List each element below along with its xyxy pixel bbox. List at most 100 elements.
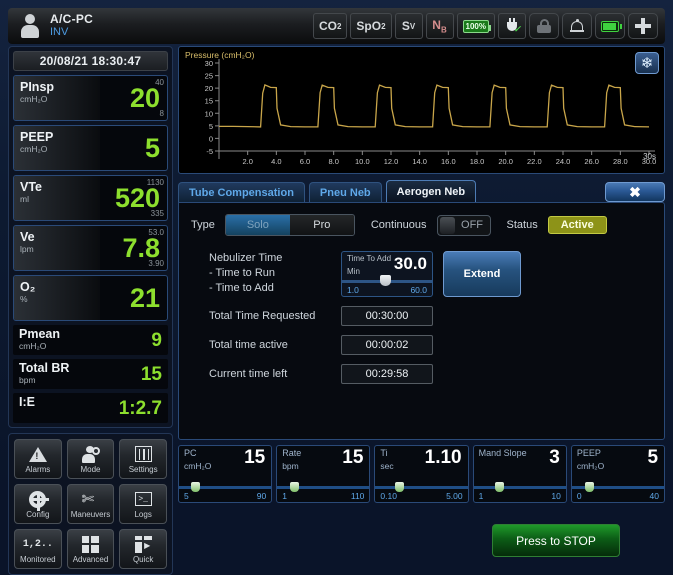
measure-value: 15 bbox=[140, 363, 162, 385]
measure-value: 21 bbox=[129, 282, 160, 313]
param-thumb[interactable] bbox=[584, 482, 594, 492]
tab-tube-compensation[interactable]: Tube Compensation bbox=[178, 182, 305, 202]
ventilator-screen: A/C-PC INV CO 2 SpO 2 SV NB 100% ✓ 20/08… bbox=[0, 0, 673, 575]
param-value: 15 bbox=[244, 447, 266, 468]
param-name: PC bbox=[184, 448, 197, 458]
x-axis-unit-label: 30s bbox=[643, 152, 656, 161]
param-thumb[interactable] bbox=[190, 482, 200, 492]
svg-text:0: 0 bbox=[209, 134, 213, 143]
time-to-add-slider[interactable]: Time To Add Min 30.0 1.0 60.0 bbox=[341, 251, 433, 297]
type-option-pro[interactable]: Pro bbox=[289, 215, 354, 235]
svg-text:22.0: 22.0 bbox=[527, 157, 542, 166]
param-mand-slope[interactable]: Mand Slope 3 1 10 bbox=[472, 445, 567, 503]
slider-value: 30.0 bbox=[393, 254, 427, 273]
button-maneuvers[interactable]: ✄ Maneuvers bbox=[66, 484, 115, 524]
numbers-icon: 1,2.. bbox=[22, 538, 53, 550]
timer-label: Current time left bbox=[209, 368, 288, 380]
measurement-peep[interactable]: PEEP cmH₂O 5 bbox=[13, 125, 168, 171]
battery-icon[interactable] bbox=[595, 13, 625, 39]
button-monitored[interactable]: 1,2.. Monitored bbox=[14, 529, 62, 569]
svg-text:10.0: 10.0 bbox=[355, 157, 370, 166]
param-min: 1 bbox=[478, 491, 484, 501]
timer-value: 00:00:02 bbox=[341, 335, 433, 355]
param-value: 3 bbox=[549, 447, 560, 468]
tab-aerogen-neb[interactable]: Aerogen Neb bbox=[385, 180, 477, 202]
param-pc[interactable]: PC cmH₂O 15 5 90 bbox=[178, 445, 273, 503]
grid-play-icon: ▶ bbox=[134, 535, 152, 554]
timer-row-requested: Total Time Requested 00:30:00 bbox=[191, 306, 652, 326]
stop-button[interactable]: Press to STOP bbox=[492, 524, 620, 557]
param-peep[interactable]: PEEP cmH₂O 5 0 40 bbox=[570, 445, 666, 503]
sv-button[interactable]: SV bbox=[394, 13, 423, 39]
nb-button[interactable]: NB bbox=[425, 13, 454, 39]
button-config[interactable]: Config bbox=[14, 484, 62, 524]
measure-unit: cmH₂O bbox=[20, 144, 48, 154]
lock-icon[interactable] bbox=[529, 13, 559, 39]
co2-button[interactable]: CO 2 bbox=[312, 13, 348, 39]
measurement-ve[interactable]: Ve lpm 53.0 7.8 3.90 bbox=[13, 225, 168, 271]
param-min: 0.10 bbox=[380, 491, 397, 501]
datetime-display: 20/08/21 18:30:47 bbox=[13, 51, 168, 71]
measure-value: 5 bbox=[144, 132, 160, 163]
svg-text:25: 25 bbox=[205, 72, 213, 81]
button-advanced[interactable]: Advanced bbox=[66, 529, 115, 569]
measure-value: 520 bbox=[114, 182, 160, 213]
measure-lo: 8 bbox=[159, 109, 164, 118]
button-mode[interactable]: Mode bbox=[66, 439, 115, 479]
type-segmented-control: Solo Pro bbox=[224, 214, 355, 236]
measure-name: O₂ bbox=[20, 280, 36, 294]
button-alarms[interactable]: Alarms bbox=[14, 439, 62, 479]
plug-connected-icon[interactable]: ✓ bbox=[498, 13, 526, 39]
button-label: Settings bbox=[128, 464, 158, 474]
svg-text:28.0: 28.0 bbox=[613, 157, 628, 166]
measure-hi: 1130 bbox=[146, 178, 164, 187]
measurement-ie-ratio[interactable]: I:E 1:2.7 bbox=[13, 393, 168, 423]
param-track[interactable] bbox=[375, 486, 468, 489]
close-x-icon[interactable]: ✖ bbox=[605, 182, 665, 202]
alarm-bell-icon[interactable] bbox=[562, 13, 592, 39]
param-rate[interactable]: Rate bpm 15 1 110 bbox=[276, 445, 371, 503]
measurement-total-br[interactable]: Total BR bpm 15 bbox=[13, 359, 168, 389]
nebulizer-dialog: Tube Compensation Pneu Neb Aerogen Neb ✖… bbox=[178, 180, 665, 557]
param-thumb[interactable] bbox=[290, 482, 300, 492]
measurement-pmean[interactable]: Pmean cmH₂O 9 bbox=[13, 325, 168, 355]
param-value: 1.10 bbox=[424, 447, 462, 468]
toggle-knob bbox=[439, 216, 455, 234]
freeze-snowflake-icon[interactable]: ❄ bbox=[635, 52, 659, 74]
svg-text:26.0: 26.0 bbox=[584, 157, 599, 166]
battery-percent-badge[interactable]: 100% bbox=[456, 13, 495, 39]
continuous-toggle[interactable]: OFF bbox=[436, 214, 491, 236]
param-name: PEEP bbox=[576, 448, 601, 458]
button-quick[interactable]: ▶ Quick bbox=[119, 529, 167, 569]
measurement-pinsp[interactable]: PInsp cmH₂O 40 20 8 bbox=[13, 75, 168, 121]
measurement-o2[interactable]: O₂ % 21 bbox=[13, 275, 168, 321]
param-thumb[interactable] bbox=[494, 482, 504, 492]
pressure-waveform-chart[interactable]: Pressure (cmH₂O) 30 25 20 15 10 5 0 -5 2.0 4.0 6.0… bbox=[178, 46, 665, 174]
chart-title: Pressure (cmH₂O) bbox=[185, 50, 255, 60]
param-ti[interactable]: Ti sec 1.10 0.10 5.00 bbox=[374, 445, 469, 503]
patient-info[interactable]: A/C-PC INV bbox=[8, 13, 313, 39]
param-unit: bpm bbox=[282, 461, 299, 471]
slider-thumb[interactable] bbox=[380, 275, 391, 286]
spo2-button[interactable]: SpO 2 bbox=[350, 13, 392, 39]
measure-unit: lpm bbox=[20, 244, 34, 254]
param-track[interactable] bbox=[473, 486, 566, 489]
param-name: Rate bbox=[282, 448, 302, 458]
slider-label: Time To Add bbox=[347, 254, 392, 263]
button-logs[interactable]: >_ Logs bbox=[119, 484, 167, 524]
measure-lo: 3.90 bbox=[148, 259, 164, 268]
type-option-solo[interactable]: Solo bbox=[225, 215, 290, 235]
button-settings[interactable]: Settings bbox=[119, 439, 167, 479]
measure-value: 1:2.7 bbox=[118, 397, 162, 419]
measurement-vte[interactable]: VTe ml 1130 520 335 bbox=[13, 175, 168, 221]
plus-icon[interactable] bbox=[628, 13, 658, 39]
measure-unit: bpm bbox=[19, 375, 36, 385]
slider-unit: Min bbox=[347, 267, 360, 276]
tab-pneu-neb[interactable]: Pneu Neb bbox=[308, 182, 382, 202]
extend-button[interactable]: Extend bbox=[443, 251, 521, 297]
measure-name: VTe bbox=[20, 180, 42, 194]
measure-name: PEEP bbox=[20, 130, 54, 144]
function-button-grid: Alarms Mode Settings Config ✄ Maneuvers bbox=[8, 433, 173, 575]
dialog-body: Type Solo Pro Continuous OFF Status Acti… bbox=[178, 202, 665, 557]
measure-unit: ml bbox=[20, 194, 29, 204]
